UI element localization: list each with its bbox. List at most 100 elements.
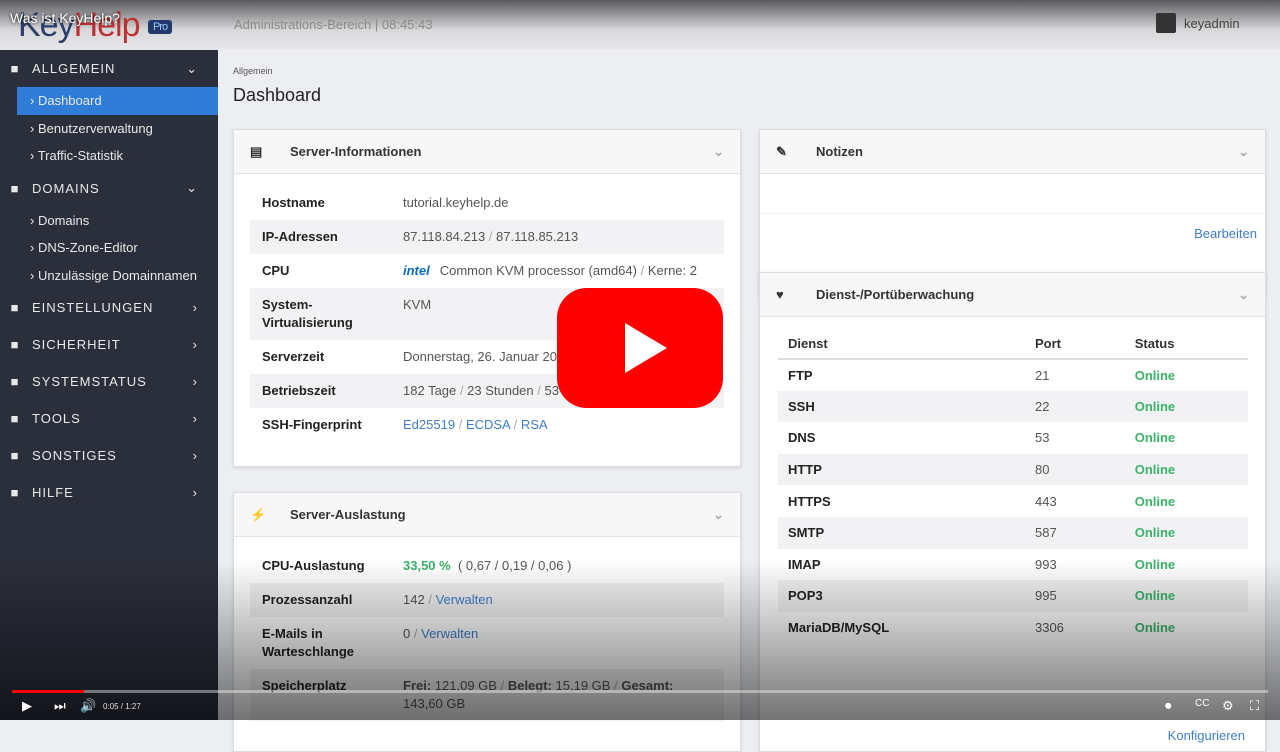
row-value: KVM [403,297,432,312]
load-average: ( 0,67 / 0,19 / 0,06 ) [457,558,572,573]
volume-icon[interactable]: 🔊 [80,698,96,714]
row-label: E-Mails in Warteschlange [262,626,354,659]
manage-processes-link[interactable]: Verwalten [436,592,493,607]
row-label: Hostname [262,195,325,210]
item-label: Domains [37,212,90,228]
sidebar-section-6[interactable]: ■ SONSTIGES › [0,437,218,474]
settings-icon[interactable]: ⚙ [1222,698,1234,714]
info-row: E-Mails in Warteschlange 0 / Verwalten [262,626,479,659]
row-label: System-Virtualisierung [262,297,353,330]
video-title[interactable]: Was ist KeyHelp? [10,10,120,26]
user-icon [1156,13,1176,33]
sidebar-section-2[interactable]: ■ EINSTELLUNGEN › [0,289,218,326]
service-name: MariaDB/MySQL [788,620,890,636]
service-row: DNS 53 Online [778,422,1248,454]
youtube-play-button[interactable] [557,288,723,408]
sidebar-item[interactable]: › Domains [0,207,218,235]
sidebar-item[interactable]: › DNS-Zone-Editor [0,234,218,262]
service-name: IMAP [788,556,821,572]
service-row: IMAP 993 Online [778,549,1248,581]
lightning-icon: ⚡ [250,506,267,522]
info-row: IP-Adressen 87.118.84.213 / 87.118.85.213 [250,220,724,254]
chevron-right-icon: › [192,374,198,389]
sliders-icon: ■ [10,300,20,315]
cpu-percent: 33,50 % [403,558,451,573]
row-label: Serverzeit [262,349,325,364]
sidebar-item[interactable]: › Benutzerverwaltung [0,115,218,143]
user-menu[interactable]: keyadmin [1156,13,1240,33]
autoplay-toggle[interactable]: ⏺ [1165,698,1172,714]
sidebar-section-5[interactable]: ■ TOOLS › [0,400,218,437]
breadcrumb[interactable]: Allgemein [233,66,273,76]
service-port: 53 [1034,430,1050,446]
row-label: Speicherplatz [262,678,347,693]
captions-icon[interactable]: CC [1195,698,1209,709]
chevron-right-icon: › [192,337,198,352]
card-title: Dienst-/Portüberwachung [816,287,975,302]
col-status: Status [1124,329,1248,360]
row-value: 23 Stunden [467,383,534,398]
video-progress-bar[interactable] [12,690,1268,693]
card-title: Server-Informationen [290,144,422,159]
row-label: CPU-Auslastung [262,558,365,573]
manage-mail-queue-link[interactable]: Verwalten [421,626,478,641]
globe-icon: ■ [10,180,20,196]
sidebar-item[interactable]: › Dashboard [17,87,218,115]
sidebar-section-4[interactable]: ■ SYSTEMSTATUS › [0,363,218,400]
server-icon: ▤ [250,143,263,159]
section-label: SONSTIGES [32,448,117,463]
top-bar: KeyHelp Pro Administrations-Bereich | 08… [0,0,1280,50]
disk-total: 143,60 GB [403,696,466,711]
row-label: Betriebszeit [262,383,336,398]
fingerprint-link[interactable]: Ed25519 [403,417,455,432]
tools-icon: ■ [10,411,20,426]
status-badge: Online [1134,620,1176,636]
section-label: SICHERHEIT [32,337,121,352]
sidebar: ■ ALLGEMEIN ⌄ › Dashboard › Benutzerverwaltu… [0,50,218,720]
pro-badge: Pro [147,20,173,35]
sidebar-item[interactable]: › Unzulässige Domainnamen [0,262,218,290]
row-value: 87.118.85.213 [496,229,579,244]
sidebar-section-1[interactable]: ■ DOMAINS ⌄ [0,170,218,207]
help-icon: ■ [10,485,20,500]
row-label: Prozessanzahl [262,592,353,607]
edit-notes-link[interactable]: Bearbeiten [760,214,1265,253]
service-table: Dienst Port Status FTP 21 Online SSH 22 Online DN… [778,329,1248,643]
intel-logo: intel [403,263,430,278]
status-badge: Online [1124,516,1248,549]
service-monitor-card: ♥ Dienst-/Portüberwachung ⌄ Dienst Port Stat… [759,272,1266,752]
main-content: Allgemein Dashboard ▤ Server-Informatione… [218,50,1280,752]
username: keyadmin [1184,15,1240,31]
service-port: 21 [1034,367,1050,383]
chevron-down-icon[interactable]: ⌄ [713,507,724,523]
item-label: Benutzerverwaltung [37,120,153,136]
chevron-down-icon[interactable]: ⌄ [713,144,724,160]
info-row: Speicherplatz Frei: 121,09 GB / Belegt: 1… [250,669,724,721]
status-badge: Online [1134,493,1176,509]
chevron-down-icon[interactable]: ⌄ [1238,144,1249,160]
service-port: 993 [1034,556,1057,572]
service-row: HTTPS 443 Online [778,485,1248,517]
status-badge: Online [1134,556,1176,572]
col-service: Dienst [778,329,1025,360]
play-icon[interactable]: ▶ [22,698,32,714]
chevron-right-icon: › [192,411,198,426]
row-value: Kerne: 2 [647,263,697,278]
sidebar-item[interactable]: › Traffic-Statistik [0,142,218,170]
info-row: CPU intel Common KVM processor (amd64) / K… [262,263,697,278]
fingerprint-link[interactable]: ECDSA [466,417,510,432]
next-icon[interactable]: ⏭ [54,698,66,714]
fullscreen-icon[interactable]: ⛶ [1250,698,1259,714]
fingerprint-link[interactable]: RSA [521,417,548,432]
row-label: IP-Adressen [262,229,338,244]
configure-link[interactable]: Konfigurieren [1168,728,1245,743]
info-row: SSH-Fingerprint Ed25519 / ECDSA / RSA [262,417,548,432]
admin-area-clock: Administrations-Bereich | 08:45:43 [234,17,433,32]
service-port: 22 [1024,390,1125,423]
chevron-down-icon[interactable]: ⌄ [1238,287,1249,303]
row-label: SSH-Fingerprint [262,417,362,432]
card-title: Server-Auslastung [290,507,406,522]
sidebar-section-7[interactable]: ■ HILFE › [0,474,218,511]
sidebar-section-0[interactable]: ■ ALLGEMEIN ⌄ [0,50,218,87]
sidebar-section-3[interactable]: ■ SICHERHEIT › [0,326,218,363]
